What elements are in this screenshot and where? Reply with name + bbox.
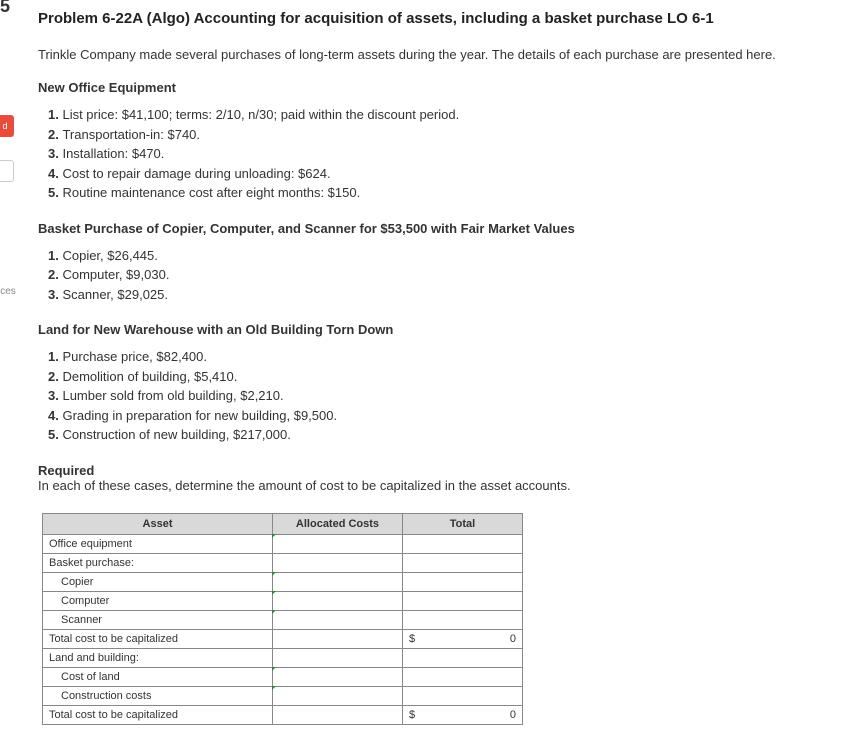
list-item: Transportation-in: $740. <box>48 125 843 145</box>
nav-icon-box[interactable] <box>0 160 14 182</box>
list-item: Computer, $9,030. <box>48 265 843 285</box>
nav-icon-marker[interactable]: d <box>0 115 14 137</box>
table-row: Land and building: <box>43 648 523 667</box>
table-row: Total cost to be capitalized $0 <box>43 705 523 724</box>
table-row: Computer <box>43 591 523 610</box>
list-item: Demolition of building, $5,410. <box>48 367 843 387</box>
list-land: Purchase price, $82,400. Demolition of b… <box>48 347 843 445</box>
table-row: Cost of land <box>43 667 523 686</box>
list-item: Scanner, $29,025. <box>48 285 843 305</box>
nav-label-ces: ces <box>0 280 20 302</box>
list-item: Copier, $26,445. <box>48 246 843 266</box>
cell-blank <box>403 610 523 629</box>
cell-blank <box>403 667 523 686</box>
list-item: Installation: $470. <box>48 144 843 164</box>
cell-input[interactable] <box>273 591 403 610</box>
list-item: Purchase price, $82,400. <box>48 347 843 367</box>
cell-label: Copier <box>43 572 273 591</box>
table-row: Basket purchase: <box>43 553 523 572</box>
cell-label: Scanner <box>43 610 273 629</box>
table-row: Scanner <box>43 610 523 629</box>
cell-label: Computer <box>43 591 273 610</box>
zero-value: 0 <box>510 633 516 645</box>
nav-icon-top[interactable]: 5 <box>0 0 14 17</box>
cell-blank <box>403 686 523 705</box>
list-item: Cost to repair damage during unloading: … <box>48 164 843 184</box>
required-text: In each of these cases, determine the am… <box>38 478 571 493</box>
list-item: Construction of new building, $217,000. <box>48 425 843 445</box>
th-asset: Asset <box>43 513 273 534</box>
cell-label: Basket purchase: <box>43 553 273 572</box>
problem-content: Problem 6-22A (Algo) Accounting for acqu… <box>0 0 863 745</box>
table-row: Total cost to be capitalized $0 <box>43 629 523 648</box>
list-item: List price: $41,100; terms: 2/10, n/30; … <box>48 105 843 125</box>
cell-blank <box>403 534 523 553</box>
table-row: Copier <box>43 572 523 591</box>
required-label: Required <box>38 463 843 478</box>
cell-blank <box>403 572 523 591</box>
section-head-equipment: New Office Equipment <box>38 80 843 95</box>
section-head-basket: Basket Purchase of Copier, Computer, and… <box>38 221 843 236</box>
cell-label: Construction costs <box>43 686 273 705</box>
cell-label: Total cost to be capitalized <box>43 705 273 724</box>
problem-title: Problem 6-22A (Algo) Accounting for acqu… <box>38 10 843 27</box>
list-item: Grading in preparation for new building,… <box>48 406 843 426</box>
cell-blank <box>273 648 403 667</box>
th-total: Total <box>403 513 523 534</box>
cell-blank <box>403 553 523 572</box>
cell-input[interactable] <box>273 610 403 629</box>
dollar-sign: $ <box>409 709 415 721</box>
cell-input[interactable] <box>273 572 403 591</box>
th-allocated: Allocated Costs <box>273 513 403 534</box>
cell-total: $0 <box>403 629 523 648</box>
list-equipment: List price: $41,100; terms: 2/10, n/30; … <box>48 105 843 203</box>
cell-blank <box>403 648 523 667</box>
cell-input[interactable] <box>273 667 403 686</box>
cell-label: Total cost to be capitalized <box>43 629 273 648</box>
table-row: Office equipment <box>43 534 523 553</box>
cell-blank <box>273 629 403 648</box>
table-header-row: Asset Allocated Costs Total <box>43 513 523 534</box>
cell-label: Cost of land <box>43 667 273 686</box>
answer-table: Asset Allocated Costs Total Office equip… <box>42 513 523 725</box>
required-block: Required In each of these cases, determi… <box>38 463 843 493</box>
dollar-sign: $ <box>409 633 415 645</box>
cell-label: Land and building: <box>43 648 273 667</box>
cell-blank <box>403 591 523 610</box>
section-head-land: Land for New Warehouse with an Old Build… <box>38 322 843 337</box>
table-row: Construction costs <box>43 686 523 705</box>
list-item: Lumber sold from old building, $2,210. <box>48 386 843 406</box>
zero-value: 0 <box>510 709 516 721</box>
sidebar: 5 d ces <box>0 0 12 732</box>
list-item: Routine maintenance cost after eight mon… <box>48 183 843 203</box>
cell-blank <box>273 705 403 724</box>
cell-input[interactable] <box>273 686 403 705</box>
cell-input[interactable] <box>273 534 403 553</box>
list-basket: Copier, $26,445. Computer, $9,030. Scann… <box>48 246 843 305</box>
intro-text: Trinkle Company made several purchases o… <box>38 47 843 62</box>
cell-total: $0 <box>403 705 523 724</box>
cell-blank <box>273 553 403 572</box>
cell-label: Office equipment <box>43 534 273 553</box>
